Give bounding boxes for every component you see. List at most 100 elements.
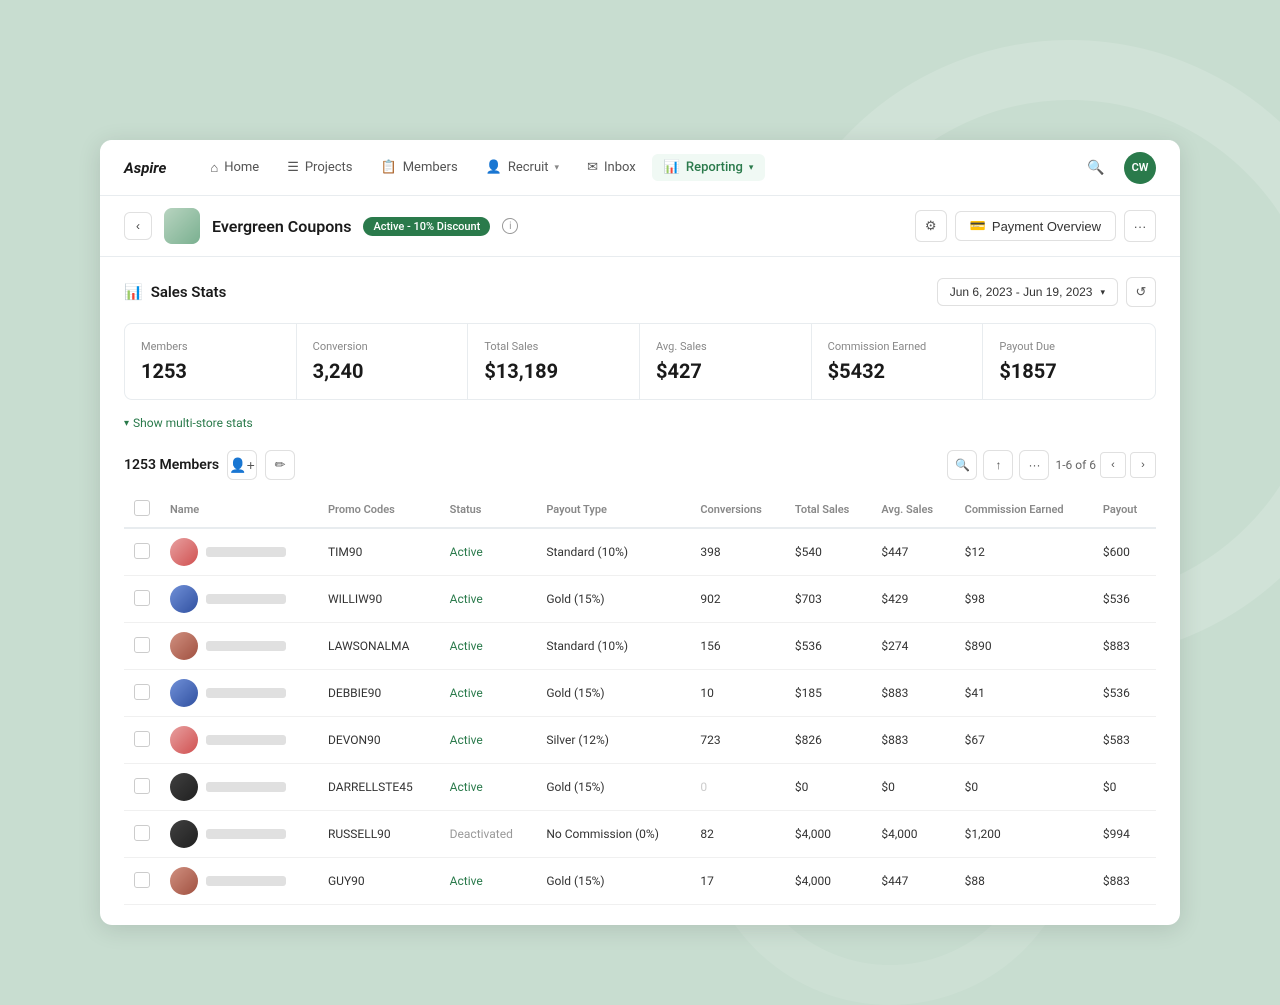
total-sales: $703	[785, 576, 871, 623]
payout: $0	[1093, 764, 1156, 811]
nav-item-inbox[interactable]: ✉ Inbox	[575, 154, 648, 181]
select-all-checkbox[interactable]	[134, 500, 150, 516]
reporting-icon: 📊	[664, 160, 680, 175]
member-name	[206, 594, 286, 604]
status-badge: Active	[450, 686, 483, 700]
row-checkbox[interactable]	[134, 590, 150, 606]
name-cell	[170, 867, 308, 895]
promo-code: WILLIW90	[318, 576, 440, 623]
promo-code: RUSSELL90	[318, 811, 440, 858]
member-avatar	[170, 679, 198, 707]
table-row: RUSSELL90 Deactivated No Commission (0%)…	[124, 811, 1156, 858]
member-avatar	[170, 538, 198, 566]
add-member-button[interactable]: 👤+	[227, 450, 257, 480]
member-avatar	[170, 820, 198, 848]
edit-button[interactable]: ✏	[265, 450, 295, 480]
date-range-picker: Jun 6, 2023 - Jun 19, 2023 ▾ ↺	[937, 277, 1156, 307]
row-checkbox[interactable]	[134, 825, 150, 841]
refresh-button[interactable]: ↺	[1126, 277, 1156, 307]
col-status: Status	[440, 492, 537, 528]
row-checkbox[interactable]	[134, 731, 150, 747]
home-icon: ⌂	[210, 160, 218, 176]
conversions: 17	[690, 858, 785, 905]
avg-sales: $447	[871, 858, 954, 905]
stats-grid: Members 1253 Conversion 3,240 Total Sale…	[124, 323, 1156, 400]
status-badge: Active	[450, 780, 483, 794]
name-cell	[170, 585, 308, 613]
nav-item-reporting[interactable]: 📊 Reporting ▾	[652, 154, 766, 181]
promo-code: LAWSONALMA	[318, 623, 440, 670]
share-button[interactable]: ↑	[983, 450, 1013, 480]
multi-store-link[interactable]: ▾ Show multi-store stats	[124, 416, 1156, 430]
nav-item-recruit[interactable]: 👤 Recruit ▾	[474, 154, 571, 181]
conversions: 82	[690, 811, 785, 858]
back-button[interactable]: ‹	[124, 212, 152, 240]
nav-item-projects[interactable]: ☰ Projects	[275, 154, 364, 181]
member-avatar	[170, 773, 198, 801]
prev-page-button[interactable]: ‹	[1100, 452, 1126, 478]
member-name	[206, 547, 286, 557]
payout: $994	[1093, 811, 1156, 858]
more-button[interactable]: ···	[1019, 450, 1049, 480]
stat-commission: Commission Earned $5432	[812, 324, 984, 399]
row-checkbox[interactable]	[134, 872, 150, 888]
commission-earned: $88	[955, 858, 1093, 905]
search-button[interactable]: 🔍	[1080, 152, 1112, 184]
payout-type: Gold (15%)	[536, 764, 690, 811]
col-payout-type: Payout Type	[536, 492, 690, 528]
table-search-button[interactable]: 🔍	[947, 450, 977, 480]
status-badge: Active	[450, 545, 483, 559]
table-row: GUY90 Active Gold (15%) 17 $4,000 $447 $…	[124, 858, 1156, 905]
status-badge: Active	[450, 733, 483, 747]
member-avatar	[170, 632, 198, 660]
refresh-icon: ↺	[1136, 284, 1147, 300]
payout-type: Standard (10%)	[536, 623, 690, 670]
payment-overview-button[interactable]: 💳 Payment Overview	[955, 211, 1116, 241]
name-cell	[170, 538, 308, 566]
date-range-dropdown[interactable]: Jun 6, 2023 - Jun 19, 2023 ▾	[937, 278, 1118, 306]
main-content: 📊 Sales Stats Jun 6, 2023 - Jun 19, 2023…	[100, 257, 1180, 925]
row-checkbox[interactable]	[134, 543, 150, 559]
more-options-button[interactable]: ···	[1124, 210, 1156, 242]
nav-item-members[interactable]: 📋 Members	[369, 154, 470, 181]
avg-sales: $4,000	[871, 811, 954, 858]
payout: $536	[1093, 670, 1156, 717]
member-name	[206, 782, 286, 792]
row-checkbox[interactable]	[134, 684, 150, 700]
info-icon[interactable]: i	[502, 218, 518, 234]
members-table-container: Name Promo Codes Status Payout Type Conv…	[124, 492, 1156, 905]
nav-items: ⌂ Home ☰ Projects 📋 Members 👤 Recruit ▾ …	[198, 154, 1080, 182]
name-cell	[170, 679, 308, 707]
avg-sales: $274	[871, 623, 954, 670]
user-avatar[interactable]: CW	[1124, 152, 1156, 184]
member-avatar	[170, 867, 198, 895]
row-checkbox[interactable]	[134, 778, 150, 794]
navbar: Aspire ⌂ Home ☰ Projects 📋 Members 👤 Rec…	[100, 140, 1180, 196]
commission-earned: $890	[955, 623, 1093, 670]
promo-code: DEVON90	[318, 717, 440, 764]
payout: $883	[1093, 858, 1156, 905]
ellipsis-icon: ···	[1134, 219, 1147, 234]
promo-code: DARRELLSTE45	[318, 764, 440, 811]
page-thumbnail	[164, 208, 200, 244]
col-promo-codes: Promo Codes	[318, 492, 440, 528]
settings-button[interactable]: ⚙	[915, 210, 947, 242]
col-commission: Commission Earned	[955, 492, 1093, 528]
app-logo: Aspire	[124, 159, 166, 177]
gear-icon: ⚙	[925, 218, 937, 234]
payout-type: Gold (15%)	[536, 858, 690, 905]
commission-earned: $12	[955, 528, 1093, 576]
row-checkbox[interactable]	[134, 637, 150, 653]
name-cell	[170, 820, 308, 848]
table-row: DARRELLSTE45 Active Gold (15%) 0 $0 $0 $…	[124, 764, 1156, 811]
member-name	[206, 735, 286, 745]
status-badge: Active	[450, 874, 483, 888]
col-conversions: Conversions	[690, 492, 785, 528]
next-page-button[interactable]: ›	[1130, 452, 1156, 478]
col-avg-sales: Avg. Sales	[871, 492, 954, 528]
member-name	[206, 876, 286, 886]
chevron-down-icon: ▾	[749, 163, 754, 173]
nav-item-home[interactable]: ⌂ Home	[198, 154, 271, 182]
projects-icon: ☰	[287, 160, 299, 175]
promo-code: DEBBIE90	[318, 670, 440, 717]
